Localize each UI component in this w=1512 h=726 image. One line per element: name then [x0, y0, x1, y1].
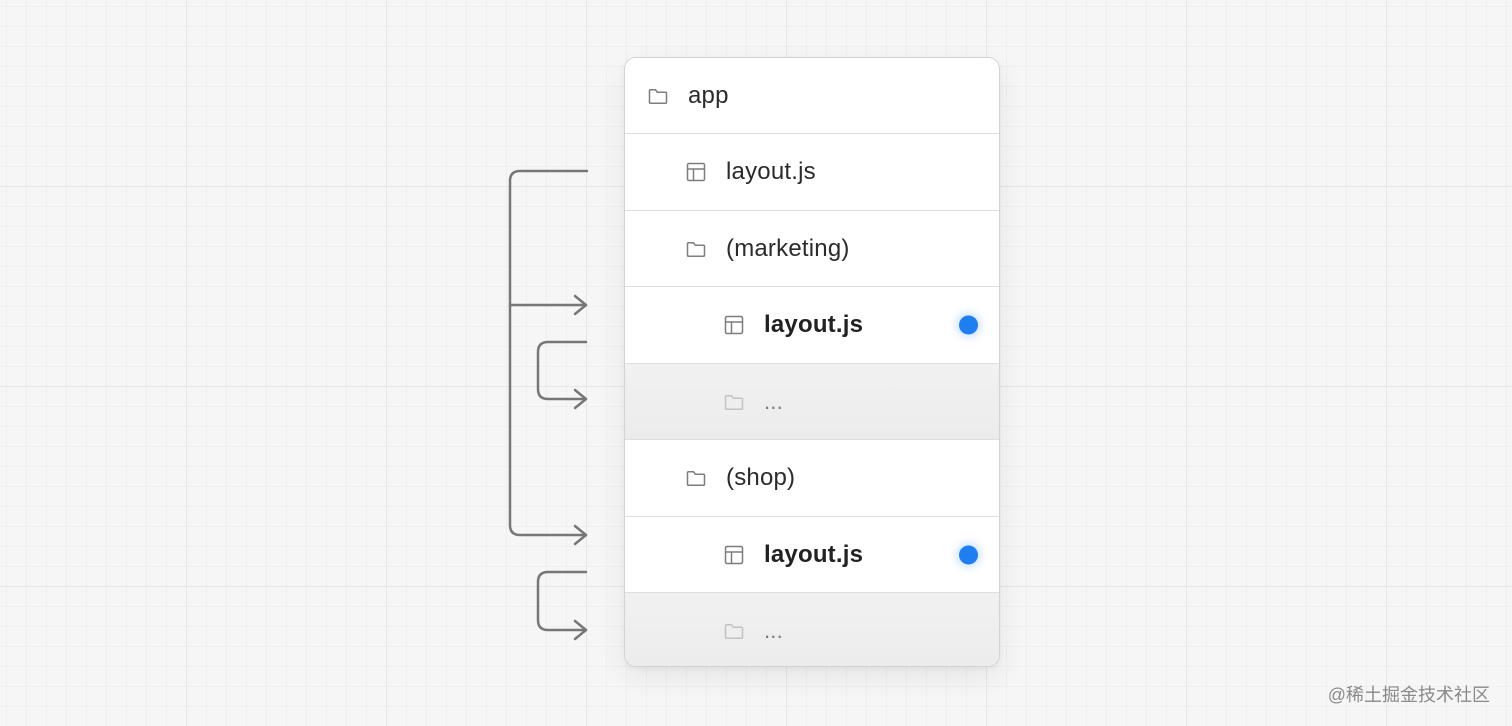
layout-icon: [724, 315, 744, 335]
watermark-text: @稀土掘金技术社区: [1327, 685, 1490, 705]
active-layout-dot: [959, 545, 978, 564]
tree-row-marketing-children[interactable]: ...: [625, 364, 999, 440]
tree-row-shop-children[interactable]: ...: [625, 593, 999, 666]
tree-row-label: ...: [764, 617, 783, 643]
tree-row-label: ...: [764, 388, 783, 414]
tree-row-label: layout.js: [726, 158, 816, 185]
tree-row-shop[interactable]: (shop): [625, 440, 999, 517]
folder-icon: [648, 88, 668, 104]
tree-row-shop-layout[interactable]: layout.js: [625, 517, 999, 593]
folder-icon: [724, 394, 744, 410]
shop-layout-bracket: [536, 570, 588, 632]
tree-row-label: layout.js: [764, 540, 864, 568]
folder-icon: [686, 470, 706, 487]
tree-row-label: app: [688, 81, 729, 109]
tree-row-marketing-layout[interactable]: layout.js: [625, 287, 999, 364]
tree-row-label: (marketing): [726, 234, 850, 262]
file-tree: app layout.js (marketing) layout.js ... …: [624, 57, 1000, 667]
folder-icon: [724, 623, 744, 639]
tree-row-app[interactable]: app: [625, 58, 999, 134]
layout-icon: [686, 162, 706, 182]
active-layout-dot: [959, 315, 978, 335]
marketing-layout-bracket: [536, 340, 588, 401]
tree-row-root-layout[interactable]: layout.js: [625, 134, 999, 211]
folder-icon: [686, 241, 706, 257]
tree-row-label: (shop): [726, 464, 796, 491]
layout-icon: [724, 545, 744, 564]
root-layout-bracket: [508, 169, 589, 537]
tree-row-label: layout.js: [764, 311, 864, 338]
tree-row-marketing[interactable]: (marketing): [625, 211, 999, 287]
